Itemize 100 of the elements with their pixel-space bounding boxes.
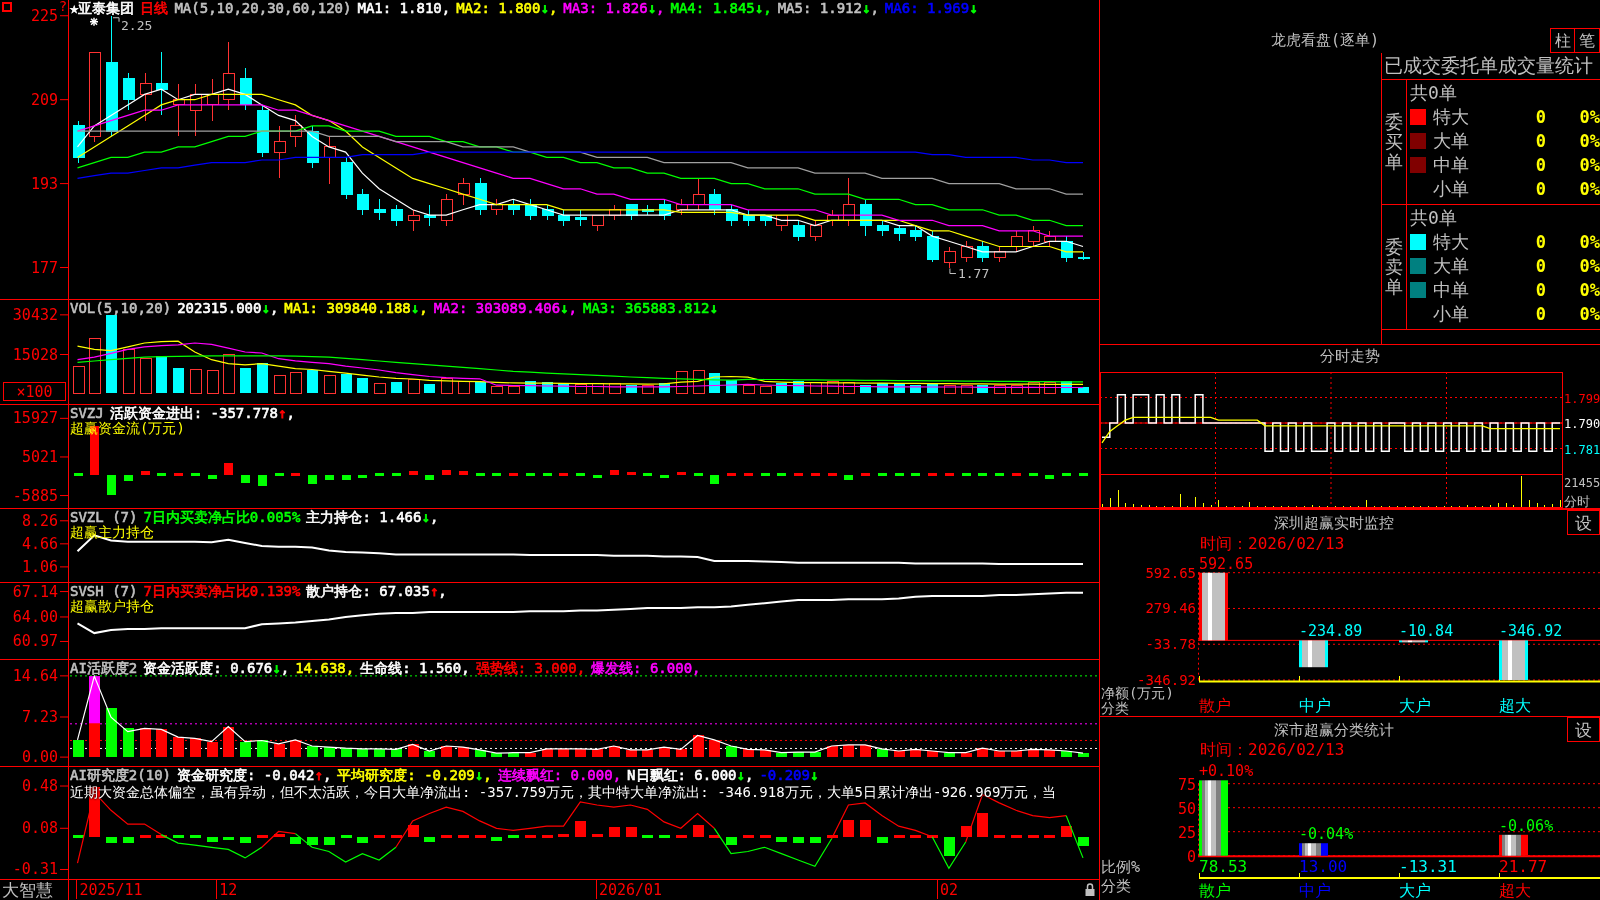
volume-bar [156, 355, 167, 394]
falling-candle [524, 198, 537, 221]
volume-bar [357, 378, 368, 394]
help-button[interactable]: ? [58, 0, 68, 14]
fund-flow-bar [794, 473, 803, 477]
volume-bar [641, 384, 654, 394]
activity-bar [693, 735, 704, 758]
falling-candle [859, 198, 872, 237]
research-bar [424, 836, 435, 842]
legend-text: MA5: 1.912↓, [777, 1, 879, 16]
rising-candle [1043, 230, 1056, 248]
activity-bar [357, 748, 368, 758]
fund-flow-bar [978, 473, 987, 477]
fund-flow-bar [677, 471, 686, 475]
order-count: 0 [1535, 155, 1546, 175]
volume-bar [558, 383, 569, 394]
y-tick-label: 1.781 [1564, 442, 1600, 457]
fund-flow-bar [124, 474, 133, 482]
rising-candle [490, 198, 503, 216]
fund-flow-bar [861, 473, 870, 477]
settings-button[interactable]: 设 [1567, 510, 1600, 535]
y-tick-label: -5885 [12, 486, 58, 505]
research-bar [274, 833, 285, 837]
research-bar [106, 836, 117, 844]
volume-bar [659, 383, 670, 394]
category-label: 超大 [1499, 696, 1531, 715]
research-bar [1078, 836, 1089, 847]
rising-candle [323, 135, 336, 185]
activity-bar [374, 748, 385, 758]
fund-flow-bar [74, 473, 83, 477]
activity-bar [592, 749, 603, 758]
activity-bar [424, 751, 435, 758]
research-bar [123, 836, 134, 844]
volume-bar [240, 368, 251, 394]
falling-candle [541, 204, 554, 221]
volume-bar [189, 369, 202, 394]
falling-candle [557, 209, 570, 227]
research-bar [290, 836, 301, 845]
value-label: -10.84 [1399, 622, 1454, 641]
legend-text: MA1: 1.810, [357, 1, 451, 16]
settings-button[interactable]: 设 [1567, 717, 1600, 742]
fund-flow-bar [191, 473, 200, 477]
volume-bar [222, 354, 235, 394]
fund-flow-bar [777, 473, 786, 477]
value-label: -346.92 [1499, 622, 1563, 641]
change-label: -0.06% [1499, 816, 1554, 835]
panel-title: 深圳超赢实时监控 [1273, 514, 1394, 532]
research-bar [508, 835, 519, 839]
volume-bar [1078, 387, 1089, 394]
y-tick-label: 8.26 [21, 511, 58, 530]
y-tick-label: 25 [1177, 823, 1196, 842]
research-bar [944, 836, 955, 856]
research-bar [1028, 835, 1039, 839]
activity-bar [961, 752, 972, 758]
falling-candle [759, 214, 772, 227]
falling-candle [658, 198, 671, 221]
activity-bar [877, 748, 888, 758]
volume-bar [341, 374, 352, 394]
volume-bar [877, 382, 888, 394]
ratio-bar [1499, 834, 1528, 856]
activity-bar [525, 752, 536, 758]
value-label: 78.53 [1199, 857, 1248, 876]
order-count: 0 [1535, 232, 1546, 252]
volume-bar [776, 383, 787, 394]
fund-flow-bar [258, 474, 267, 487]
legend-text: 资金研究度: -0.042↑, [177, 768, 332, 783]
y-tick-label: 60.97 [12, 632, 58, 651]
volume-bar [591, 382, 604, 394]
research-bar [693, 825, 704, 837]
legend-text: MA6: 1.969↓ [884, 1, 978, 16]
volume-bar [894, 382, 905, 394]
rising-candle [407, 209, 420, 232]
fund-flow-bar [241, 474, 250, 483]
falling-candle [340, 156, 353, 200]
research-bar [894, 835, 905, 839]
view-toggle-button[interactable]: 笔 [1575, 28, 1600, 53]
volume-bar [608, 382, 621, 394]
volume-bar [574, 383, 587, 394]
rising-candle [206, 78, 219, 122]
falling-candle [239, 67, 252, 111]
activity-bar [106, 708, 117, 758]
falling-candle [155, 51, 168, 116]
volume-bar [122, 349, 135, 394]
fund-flow-bar [895, 473, 904, 477]
volume-bar [927, 382, 938, 394]
indicator-title: 超赢主力持仓 [70, 525, 154, 540]
volume-bar [457, 381, 470, 394]
research-bar [140, 835, 151, 839]
y-tick-label: 177 [30, 258, 58, 277]
research-bar [207, 836, 218, 842]
category-label: 散户 [1199, 881, 1231, 900]
activity-bar [827, 746, 838, 758]
activity-bar [475, 749, 486, 758]
view-toggle-button[interactable]: 柱 [1550, 28, 1575, 53]
volume-bar [391, 381, 402, 394]
category-label: 大户 [1399, 696, 1431, 715]
volume-bar [490, 385, 503, 394]
volume-bar [475, 381, 486, 394]
indicator-name: SVZJ [70, 406, 104, 421]
y-tick-label: 5021 [21, 447, 58, 466]
